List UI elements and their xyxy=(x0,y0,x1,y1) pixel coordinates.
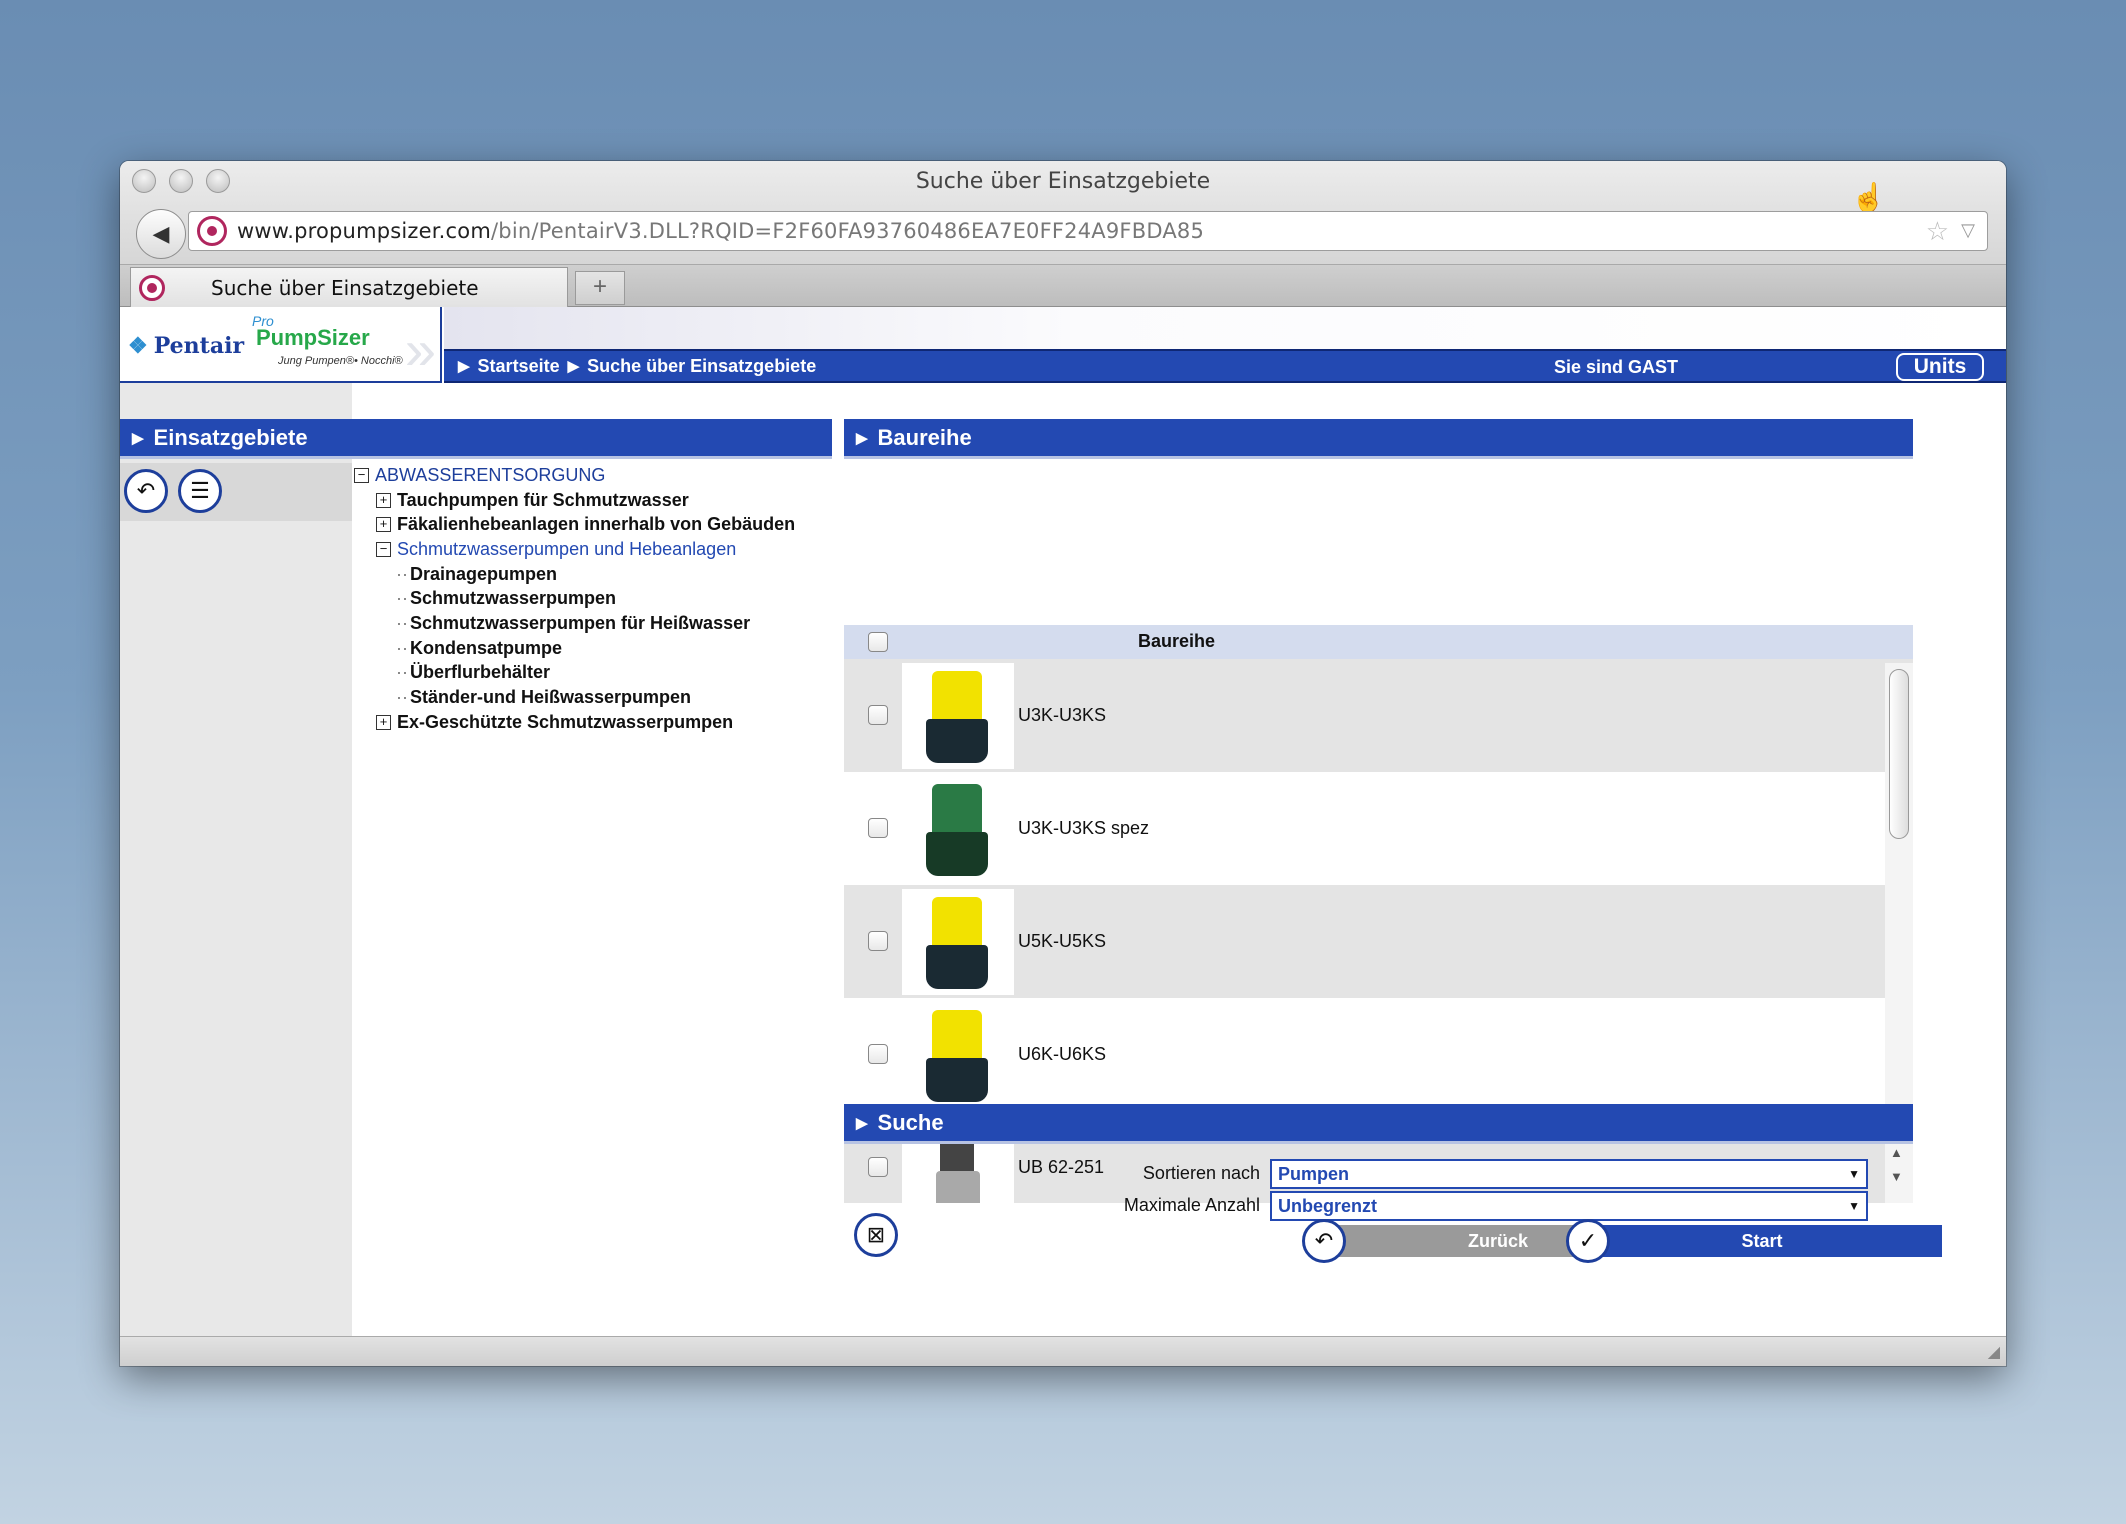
logo-tagline: Jung Pumpen®• Nocchi® xyxy=(278,355,403,367)
logo-brand: Pentair xyxy=(153,333,245,359)
logo[interactable]: ❖ Pentair Pro PumpSizer Jung Pumpen®• Noc… xyxy=(120,307,442,383)
baureihe-header: ▶ Baureihe xyxy=(844,419,1913,459)
tree-root[interactable]: − ABWASSERENTSORGUNG xyxy=(354,463,834,488)
chevron-down-icon: ▼ xyxy=(1848,1167,1860,1181)
checkmark-icon[interactable]: ✓ xyxy=(1566,1219,1610,1263)
tree-child[interactable]: Kondensatpumpe xyxy=(396,636,834,661)
column-header: Baureihe xyxy=(1138,631,1216,651)
list-item[interactable]: U5K-U5KS xyxy=(844,885,1913,998)
play-icon: ▶ xyxy=(856,429,868,447)
address-bar[interactable]: www.propumpsizer.com/bin/PentairV3.DLL?R… xyxy=(188,211,1988,251)
tree-item[interactable]: + Ex-Geschützte Schmutzwasserpumpen xyxy=(376,710,834,735)
site-favicon-icon xyxy=(197,216,227,246)
pentair-diamond-icon: ❖ xyxy=(128,333,148,359)
tab-active[interactable]: Suche über Einsatzgebiete xyxy=(130,267,568,307)
series-name: U3K-U3KS xyxy=(1018,705,1107,725)
pump-image xyxy=(902,663,1014,769)
list-item[interactable]: U6K-U6KS xyxy=(844,998,1913,1111)
scroll-down-icon[interactable]: ▼ xyxy=(1890,1169,1903,1184)
scrollbar-thumb[interactable] xyxy=(1889,669,1909,839)
guest-status: Sie sind GAST xyxy=(1554,357,1679,377)
row-checkbox[interactable] xyxy=(868,1044,888,1064)
tree-child[interactable]: Ständer-und Heißwasserpumpen xyxy=(396,685,834,710)
tree-item-selected[interactable]: − Schmutzwasserpumpen und Hebeanlagen xyxy=(376,537,834,562)
left-toolbar: ↶ ☰ xyxy=(120,463,352,521)
series-name: U6K-U6KS xyxy=(1018,1044,1107,1064)
play-icon: ▶ xyxy=(567,358,580,375)
tree-item[interactable]: + Tauchpumpen für Schmutzwasser xyxy=(376,488,834,513)
browser-window: Suche über Einsatzgebiete ☝ ◀ www.propum… xyxy=(120,161,2006,1366)
select-all-checkbox[interactable] xyxy=(868,632,888,652)
crumb-current[interactable]: Suche über Einsatzgebiete xyxy=(587,356,816,377)
hand-cursor-icon: ☝ xyxy=(1851,182,1886,213)
header-gradient xyxy=(444,307,2006,349)
suche-header: ▶ Suche xyxy=(844,1104,1913,1144)
tree-child[interactable]: Drainagepumpen xyxy=(396,562,834,587)
play-icon: ▶ xyxy=(458,358,470,375)
crumb-home[interactable]: Startseite xyxy=(478,356,560,377)
tree-child[interactable]: Schmutzwasserpumpen xyxy=(396,586,834,611)
logo-product: PumpSizer xyxy=(256,325,370,350)
back-button[interactable]: ◀ xyxy=(136,209,186,259)
pump-image xyxy=(902,1002,1014,1108)
list-item[interactable]: U3K-U3KS spez xyxy=(844,772,1913,885)
play-icon: ▶ xyxy=(856,1114,868,1132)
pump-image xyxy=(902,776,1014,882)
status-bar: ◢ xyxy=(120,1336,2006,1366)
max-count-label: Maximale Anzahl xyxy=(1123,1195,1260,1215)
window-title: Suche über Einsatzgebiete xyxy=(915,169,1211,194)
list-icon[interactable]: ☰ xyxy=(178,469,222,513)
list-header-row xyxy=(844,625,1913,659)
bookmark-star-icon[interactable]: ☆ xyxy=(1926,216,1949,247)
tree-child[interactable]: Überflurbehälter xyxy=(396,661,834,686)
sort-label: Sortieren nach xyxy=(1142,1163,1260,1183)
series-name: U3K-U3KS spez xyxy=(1018,818,1150,838)
list-item[interactable]: U3K-U3KS xyxy=(844,659,1913,772)
einsatzgebiete-header: ▶ Einsatzgebiete xyxy=(120,419,832,459)
tab-favicon-icon xyxy=(139,274,165,301)
back-arrow-icon[interactable]: ↶ xyxy=(1302,1219,1346,1263)
breadcrumb: ▶ Startseite ▶ Suche über Einsatzgebiete… xyxy=(444,349,2006,383)
new-tab-button[interactable]: + xyxy=(575,271,625,305)
row-checkbox[interactable] xyxy=(868,705,888,725)
tab-label: Suche über Einsatzgebiete xyxy=(211,275,479,300)
units-button[interactable]: Units xyxy=(1896,353,1984,381)
left-margin xyxy=(120,383,352,1336)
back-arrow-icon[interactable]: ↶ xyxy=(124,469,168,513)
url-text[interactable]: www.propumpsizer.com/bin/PentairV3.DLL?R… xyxy=(237,219,1204,243)
tree-item[interactable]: + Fäkalienhebeanlagen innerhalb von Gebä… xyxy=(376,512,834,537)
tab-strip: Suche über Einsatzgebiete + xyxy=(120,265,2006,307)
tree-child[interactable]: Schmutzwasserpumpen für Heißwasser xyxy=(396,611,834,636)
row-checkbox[interactable] xyxy=(868,931,888,951)
series-name: U5K-U5KS xyxy=(1018,931,1107,951)
page-content: ❖ Pentair Pro PumpSizer Jung Pumpen®• Noc… xyxy=(120,307,2006,1336)
pump-image xyxy=(902,889,1014,995)
row-checkbox[interactable] xyxy=(868,1157,888,1177)
logo-arrow-icon: » xyxy=(404,318,436,381)
resize-grip-icon[interactable]: ◢ xyxy=(1988,1342,2000,1362)
category-tree: − ABWASSERENTSORGUNG + Tauchpumpen für S… xyxy=(354,463,834,735)
play-icon: ▶ xyxy=(132,429,144,447)
scroll-up-icon[interactable]: ▲ xyxy=(1890,1145,1903,1160)
max-count-select[interactable]: Unbegrenzt ▼ xyxy=(1270,1191,1868,1221)
sort-select[interactable]: Pumpen ▼ xyxy=(1270,1159,1868,1189)
chevron-down-icon: ▼ xyxy=(1848,1199,1860,1213)
title-bar: Suche über Einsatzgebiete ☝ ◀ www.propum… xyxy=(120,161,2006,265)
start-button[interactable]: Start xyxy=(1582,1225,1942,1257)
export-excel-icon[interactable]: ⊠ xyxy=(854,1213,898,1257)
url-dropdown-icon[interactable]: ▽ xyxy=(1961,220,1975,241)
row-checkbox[interactable] xyxy=(868,818,888,838)
